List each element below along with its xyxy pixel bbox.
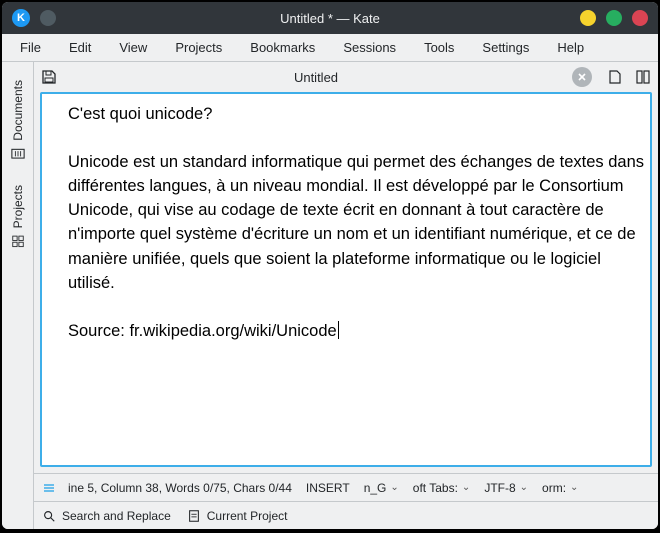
sidebar-tab-projects[interactable]: Projects — [7, 173, 29, 260]
close-icon — [577, 72, 587, 82]
encoding-selector[interactable]: JTF-8⌄ — [480, 481, 532, 495]
language-selector[interactable]: n_G⌄ — [360, 481, 403, 495]
titlebar: K Untitled * — Kate — [2, 2, 658, 34]
tabs-selector[interactable]: oft Tabs:⌄ — [409, 481, 475, 495]
menubar: File Edit View Projects Bookmarks Sessio… — [2, 34, 658, 62]
tab-close-button[interactable] — [572, 67, 592, 87]
menu-settings[interactable]: Settings — [470, 36, 541, 59]
menu-projects[interactable]: Projects — [163, 36, 234, 59]
split-icon — [635, 69, 651, 85]
text-cursor — [338, 321, 339, 339]
titlebar-dot — [40, 10, 56, 26]
menu-help[interactable]: Help — [545, 36, 596, 59]
menu-tools[interactable]: Tools — [412, 36, 466, 59]
statusbar-menu-button[interactable] — [40, 479, 58, 497]
close-button[interactable] — [632, 10, 648, 26]
window-title: Untitled * — Kate — [2, 11, 658, 26]
minimize-button[interactable] — [580, 10, 596, 26]
chevron-down-icon: ⌄ — [570, 482, 578, 493]
search-replace-tab[interactable]: Search and Replace — [42, 509, 171, 523]
save-icon — [41, 69, 57, 85]
status-bar: ine 5, Column 38, Words 0/75, Chars 0/44… — [34, 473, 658, 501]
tab-bar: Untitled — [34, 62, 658, 92]
sidebar-tab-documents[interactable]: Documents — [7, 68, 29, 173]
text-editor[interactable]: C'est quoi unicode? Unicode est un stand… — [40, 92, 652, 467]
editor-content[interactable]: C'est quoi unicode? Unicode est un stand… — [68, 102, 650, 343]
cursor-position[interactable]: ine 5, Column 38, Words 0/75, Chars 0/44 — [64, 481, 296, 495]
menu-sessions[interactable]: Sessions — [331, 36, 408, 59]
new-doc-icon — [607, 69, 623, 85]
bottom-toolbar: Search and Replace Current Project — [34, 501, 658, 529]
projects-icon — [11, 234, 25, 248]
hamburger-icon — [42, 481, 56, 495]
project-icon — [187, 509, 201, 523]
menu-bookmarks[interactable]: Bookmarks — [238, 36, 327, 59]
app-icon: K — [12, 9, 30, 27]
menu-view[interactable]: View — [107, 36, 159, 59]
new-doc-button[interactable] — [604, 66, 626, 88]
chevron-down-icon: ⌄ — [462, 482, 470, 493]
eol-selector[interactable]: orm:⌄ — [538, 481, 582, 495]
chevron-down-icon: ⌄ — [520, 482, 528, 493]
current-project-tab[interactable]: Current Project — [187, 509, 288, 523]
search-icon — [42, 509, 56, 523]
split-view-button[interactable] — [632, 66, 654, 88]
maximize-button[interactable] — [606, 10, 622, 26]
menu-edit[interactable]: Edit — [57, 36, 103, 59]
document-icon — [11, 147, 25, 161]
insert-mode[interactable]: INSERT — [302, 481, 354, 495]
save-button[interactable] — [38, 66, 60, 88]
left-sidebar: Documents Projects — [2, 62, 34, 529]
chevron-down-icon: ⌄ — [390, 482, 398, 493]
document-tab[interactable]: Untitled — [66, 66, 566, 89]
menu-file[interactable]: File — [8, 36, 53, 59]
